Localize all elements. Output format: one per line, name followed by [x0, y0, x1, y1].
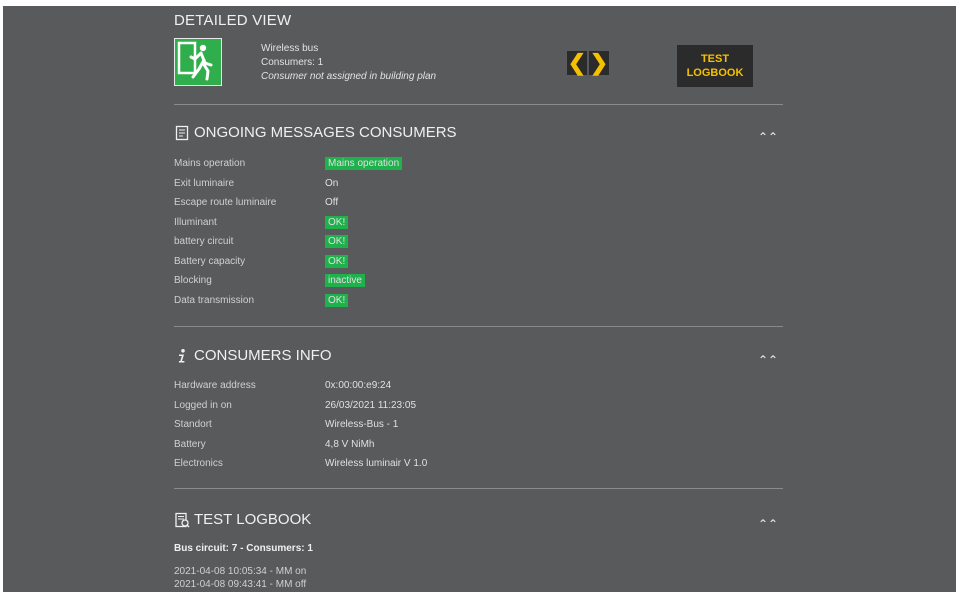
- divider: [174, 104, 783, 105]
- messages-section-header: ONGOING MESSAGES CONSUMERS: [174, 124, 457, 141]
- log-entry: 2021-04-08 09:43:41 - MM off: [174, 579, 307, 590]
- info-icon: [174, 348, 190, 364]
- status-badge: OK!: [325, 235, 349, 249]
- row-value: 26/03/2021 11:23:05: [325, 399, 417, 411]
- test-logbook-label-line2: LOGBOOK: [686, 67, 744, 79]
- logbook-title: TEST LOGBOOK: [194, 511, 312, 528]
- logbook-subtitle: Bus circuit: 7 - Consumers: 1: [174, 543, 313, 554]
- list-item: Hardware address 0x:00:00:e9:24: [174, 376, 427, 396]
- row-label: Electronics: [174, 458, 223, 470]
- messages-list: Mains operation Mains operation Exit lum…: [174, 154, 403, 311]
- list-item: Blocking inactive: [174, 271, 402, 291]
- list-item: Battery 4,8 V NiMh: [174, 435, 427, 455]
- logbook-icon: [174, 512, 190, 528]
- logbook-section-header: TEST LOGBOOK: [174, 511, 311, 528]
- row-label: Data transmission: [174, 294, 255, 306]
- exit-sign-icon: [174, 38, 222, 86]
- list-item: Escape route luminaire Off: [174, 193, 402, 213]
- page-title: DETAILED VIEW: [174, 12, 292, 29]
- row-label: Logged in on: [174, 399, 232, 411]
- status-badge: OK!: [325, 293, 349, 307]
- row-label: Exit luminaire: [174, 177, 235, 189]
- row-label: Hardware address: [174, 380, 256, 392]
- row-value: Wireless luminair V 1.0: [325, 458, 428, 470]
- list-item: Standort Wireless-Bus - 1: [174, 415, 427, 435]
- info-title: CONSUMERS INFO: [194, 347, 332, 364]
- log-entry: 2021-04-08 10:05:34 - MM on: [174, 566, 307, 577]
- list-item: Exit luminaire On: [174, 174, 402, 194]
- list-item: Logged in on 26/03/2021 11:23:05: [174, 396, 427, 416]
- list-item: Battery capacity OK!: [174, 252, 402, 272]
- messages-title: ONGOING MESSAGES CONSUMERS: [194, 124, 457, 141]
- row-label: Standort: [174, 419, 212, 431]
- double-chevron-up-icon[interactable]: ⌃⌃: [758, 130, 778, 144]
- row-label: Blocking: [174, 275, 212, 287]
- previous-button[interactable]: ❮: [567, 50, 587, 75]
- row-label: Mains operation: [174, 158, 246, 170]
- consumer-navigation: ❮ ❯: [567, 50, 611, 75]
- row-value: 4,8 V NiMh: [325, 438, 375, 450]
- double-chevron-up-icon[interactable]: ⌃⌃: [758, 517, 778, 531]
- test-logbook-label-line1: TEST: [700, 53, 730, 65]
- document-icon: [174, 125, 190, 141]
- row-value: On: [325, 177, 339, 189]
- row-value: 0x:00:00:e9:24: [325, 380, 392, 392]
- row-label: Escape route luminaire: [174, 197, 277, 209]
- info-list: Hardware address 0x:00:00:e9:24 Logged i…: [174, 376, 427, 474]
- row-value: Wireless-Bus - 1: [325, 419, 399, 431]
- divider: [174, 326, 783, 327]
- status-badge: Mains operation: [325, 157, 403, 171]
- list-item: battery circuit OK!: [174, 232, 402, 252]
- list-item: Data transmission OK!: [174, 291, 402, 311]
- assignment-note: Consumer not assigned in building plan: [261, 71, 437, 82]
- bus-type: Wireless bus: [261, 43, 319, 54]
- list-item: Mains operation Mains operation: [174, 154, 403, 174]
- next-button[interactable]: ❯: [589, 50, 609, 75]
- divider: [174, 488, 783, 489]
- info-section-header: CONSUMERS INFO: [174, 347, 332, 364]
- list-item: Electronics Wireless luminair V 1.0: [174, 454, 427, 474]
- detail-panel: DETAILED VIEW Wireless bus Consumers: 1 …: [3, 6, 956, 592]
- row-value: Off: [325, 197, 339, 209]
- status-badge: OK!: [325, 254, 349, 268]
- row-label: Battery capacity: [174, 255, 246, 267]
- status-badge: OK!: [325, 215, 349, 229]
- test-logbook-button[interactable]: TEST LOGBOOK: [677, 45, 753, 87]
- consumer-count: Consumers: 1: [261, 57, 324, 68]
- list-item: Illuminant OK!: [174, 213, 402, 233]
- row-label: Battery: [174, 438, 206, 450]
- status-badge: inactive: [325, 274, 365, 288]
- row-label: Illuminant: [174, 216, 217, 228]
- double-chevron-up-icon[interactable]: ⌃⌃: [758, 353, 778, 367]
- device-summary: Wireless bus Consumers: 1 Consumer not a…: [261, 42, 436, 84]
- row-label: battery circuit: [174, 236, 234, 248]
